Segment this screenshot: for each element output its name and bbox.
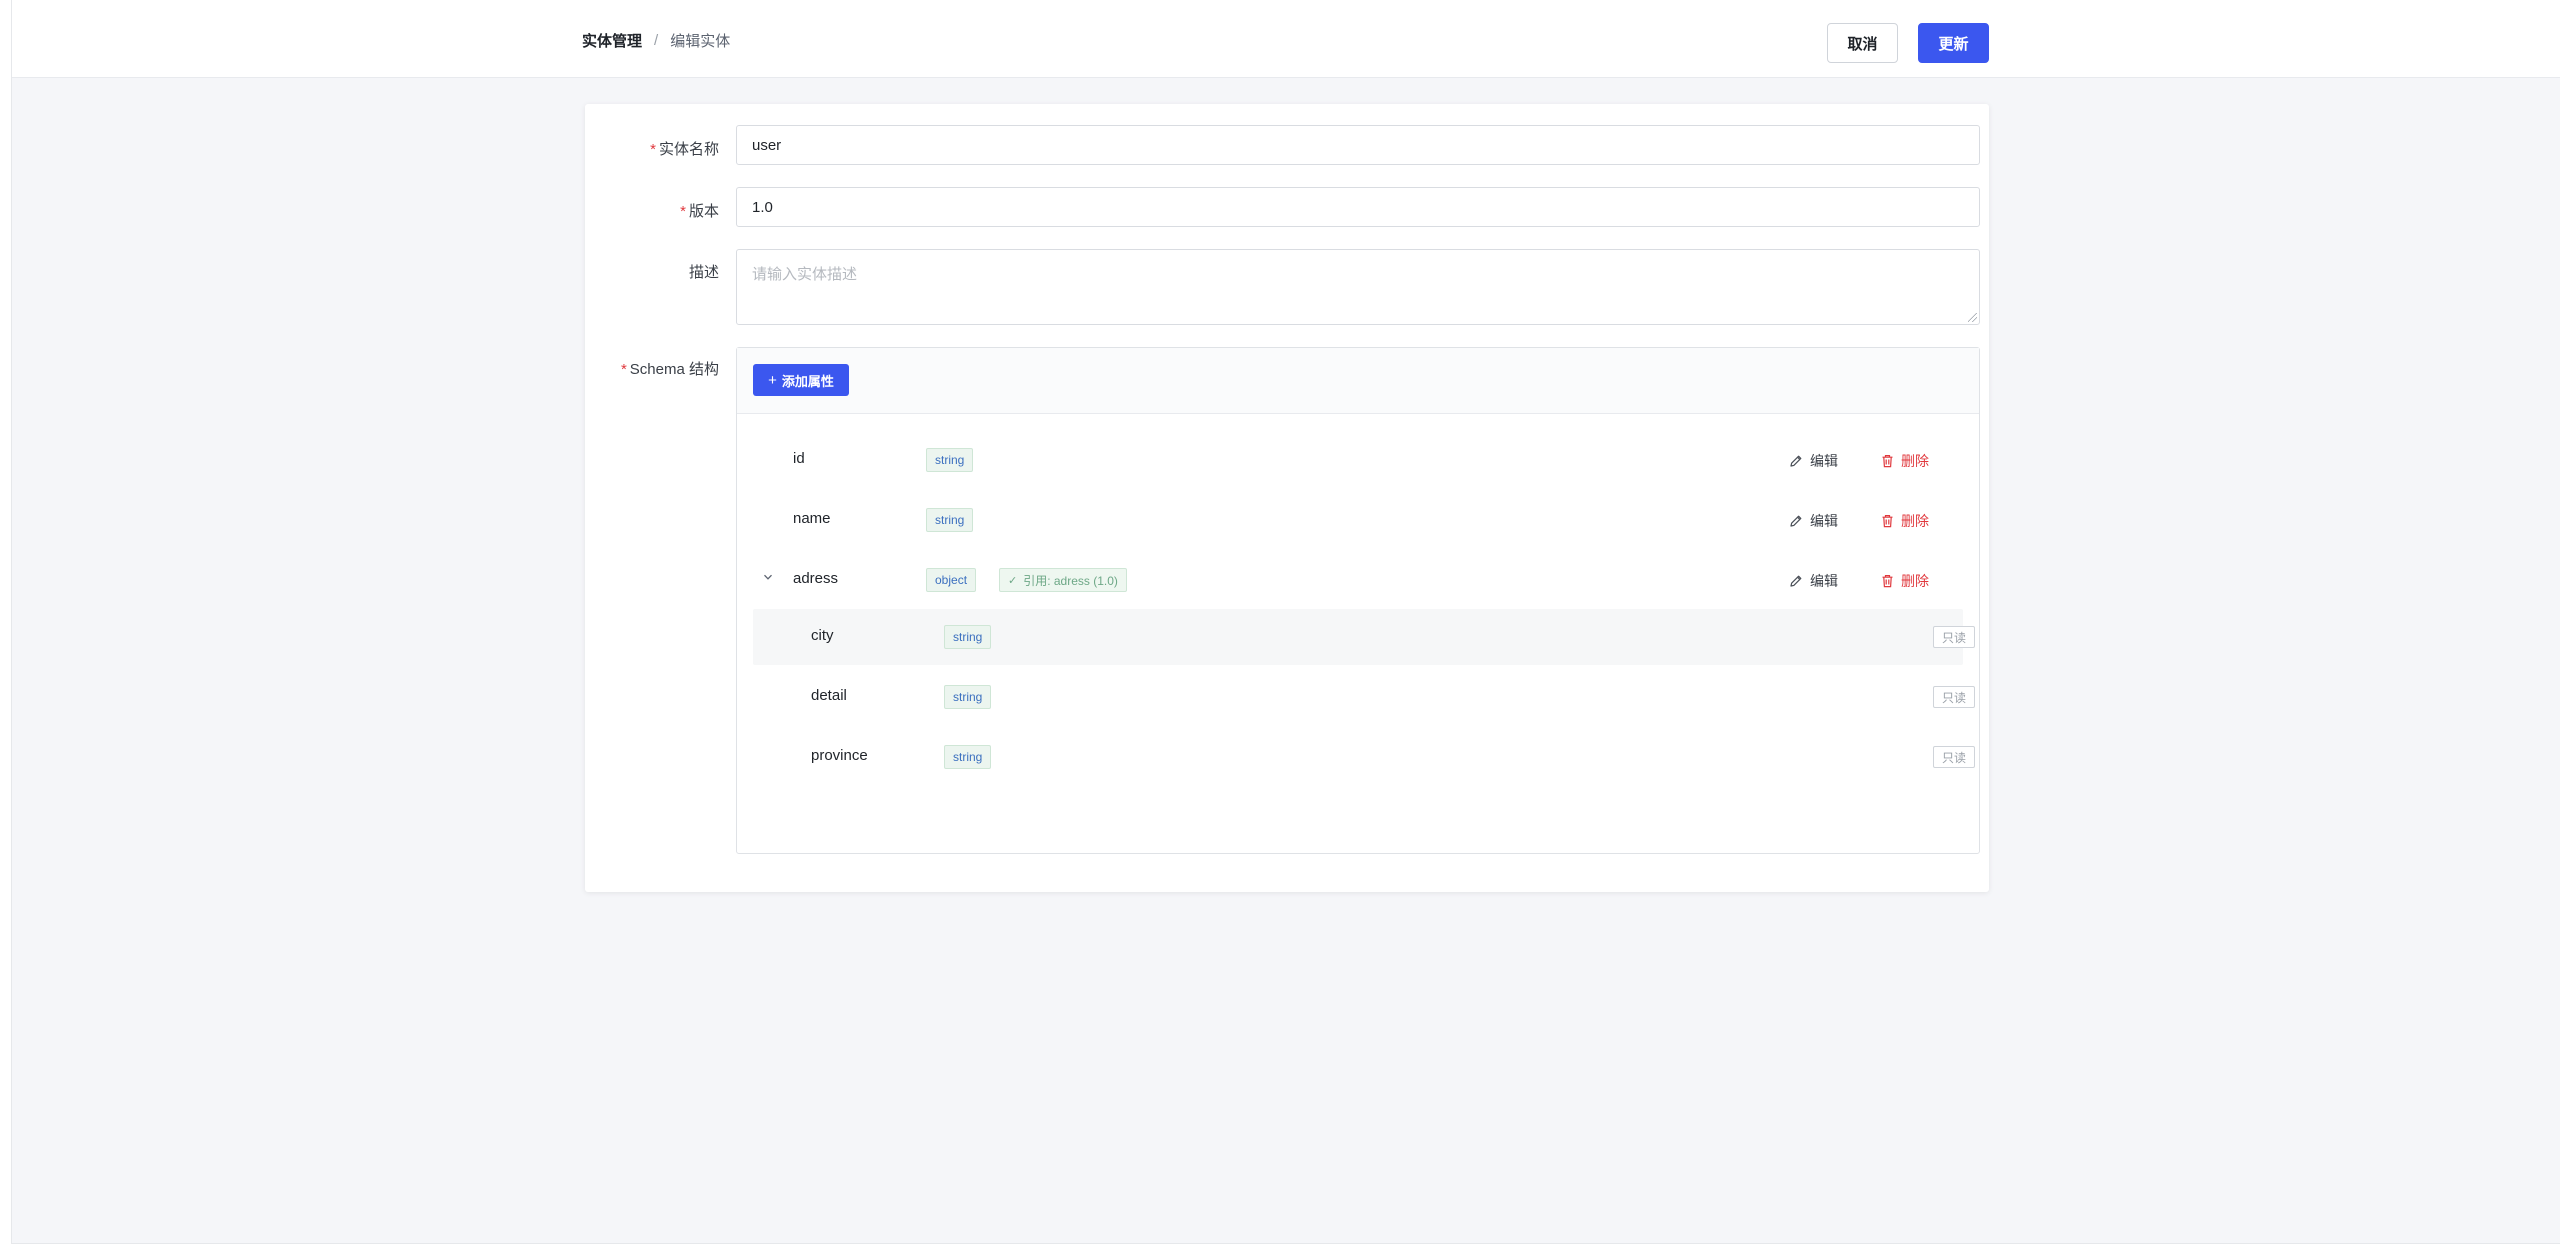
edit-property-button[interactable]: 编辑 bbox=[1789, 451, 1838, 471]
property-name: detail bbox=[811, 687, 847, 704]
trash-icon bbox=[1882, 515, 1893, 528]
entity-name-input[interactable]: user bbox=[736, 125, 1980, 165]
resize-handle-icon[interactable] bbox=[1968, 313, 1977, 322]
child-property-row-city: city string 只读 bbox=[753, 609, 1975, 665]
breadcrumb-root[interactable]: 实体管理 bbox=[582, 30, 642, 51]
property-row-name: name string 编辑 删除 bbox=[753, 491, 1963, 547]
breadcrumb-current: 编辑实体 bbox=[670, 33, 731, 50]
cancel-button[interactable]: 取消 bbox=[1827, 23, 1898, 63]
add-property-button[interactable]: + 添加属性 bbox=[753, 364, 849, 396]
delete-property-button[interactable]: 删除 bbox=[1881, 511, 1929, 531]
version-value: 1.0 bbox=[752, 198, 773, 216]
property-name: id bbox=[793, 450, 805, 467]
chevron-down-icon[interactable] bbox=[761, 570, 775, 584]
description-placeholder: 请输入实体描述 bbox=[752, 266, 858, 283]
child-property-row-province: province string 只读 bbox=[753, 729, 1975, 785]
pencil-icon bbox=[1790, 575, 1802, 587]
description-label: 描述 bbox=[688, 264, 719, 281]
reference-tag: ✓ 引用: adress (1.0) bbox=[999, 568, 1127, 592]
required-mark: * bbox=[620, 361, 627, 378]
add-property-label: 添加属性 bbox=[781, 373, 834, 389]
type-tag: string bbox=[926, 508, 974, 532]
entity-form-card: * 实体名称 user * 版本 1.0 描述 请输入实体描述 * Schema 结构… bbox=[585, 104, 1989, 892]
edit-property-button[interactable]: 编辑 bbox=[1789, 571, 1838, 591]
property-name: province bbox=[811, 747, 868, 764]
property-row-adress: adress object ✓ 引用: adress (1.0) 编辑 删除 bbox=[753, 551, 1963, 607]
version-label: * 版本 bbox=[680, 203, 719, 220]
breadcrumb: 实体管理 / 编辑实体 bbox=[582, 30, 730, 51]
type-tag: string bbox=[944, 745, 992, 769]
property-row-id: id string 编辑 删除 bbox=[753, 431, 1963, 487]
trash-icon bbox=[1882, 455, 1893, 468]
type-tag: string bbox=[944, 685, 992, 709]
check-icon: ✓ bbox=[1008, 574, 1018, 587]
schema-label: * Schema 结构 bbox=[620, 361, 719, 378]
pencil-icon bbox=[1790, 455, 1802, 467]
top-bar: 实体管理 / 编辑实体 取消 更新 bbox=[12, 0, 2560, 78]
type-tag: string bbox=[926, 448, 974, 472]
schema-toolbar: + 添加属性 bbox=[737, 348, 1979, 414]
type-tag: object bbox=[926, 568, 977, 592]
property-name: city bbox=[811, 627, 834, 644]
version-input[interactable]: 1.0 bbox=[736, 187, 1980, 227]
delete-property-button[interactable]: 删除 bbox=[1881, 571, 1929, 591]
pencil-icon bbox=[1790, 515, 1802, 527]
entity-name-label: * 实体名称 bbox=[650, 141, 719, 158]
entity-name-value: user bbox=[752, 136, 782, 154]
delete-property-button[interactable]: 删除 bbox=[1881, 451, 1929, 471]
page-frame: 实体管理 / 编辑实体 取消 更新 * 实体名称 user * 版本 1.0 描述 … bbox=[11, 0, 2560, 1244]
readonly-badge: 只读 bbox=[1933, 746, 1975, 768]
description-textarea[interactable]: 请输入实体描述 bbox=[736, 249, 1980, 325]
child-property-row-detail: detail string 只读 bbox=[753, 669, 1975, 725]
readonly-badge: 只读 bbox=[1933, 686, 1975, 708]
breadcrumb-separator: / bbox=[654, 32, 659, 49]
trash-icon bbox=[1882, 575, 1893, 588]
plus-icon: + bbox=[768, 371, 777, 389]
property-name: adress bbox=[793, 570, 839, 587]
type-tag: string bbox=[944, 625, 992, 649]
property-name: name bbox=[793, 510, 831, 527]
required-mark: * bbox=[680, 203, 686, 220]
readonly-badge: 只读 bbox=[1933, 626, 1975, 648]
update-button[interactable]: 更新 bbox=[1918, 23, 1989, 63]
edit-property-button[interactable]: 编辑 bbox=[1789, 511, 1838, 531]
required-mark: * bbox=[650, 141, 656, 158]
schema-editor: + 添加属性 id string 编辑 删除 name string 编辑 删除… bbox=[736, 347, 1980, 854]
